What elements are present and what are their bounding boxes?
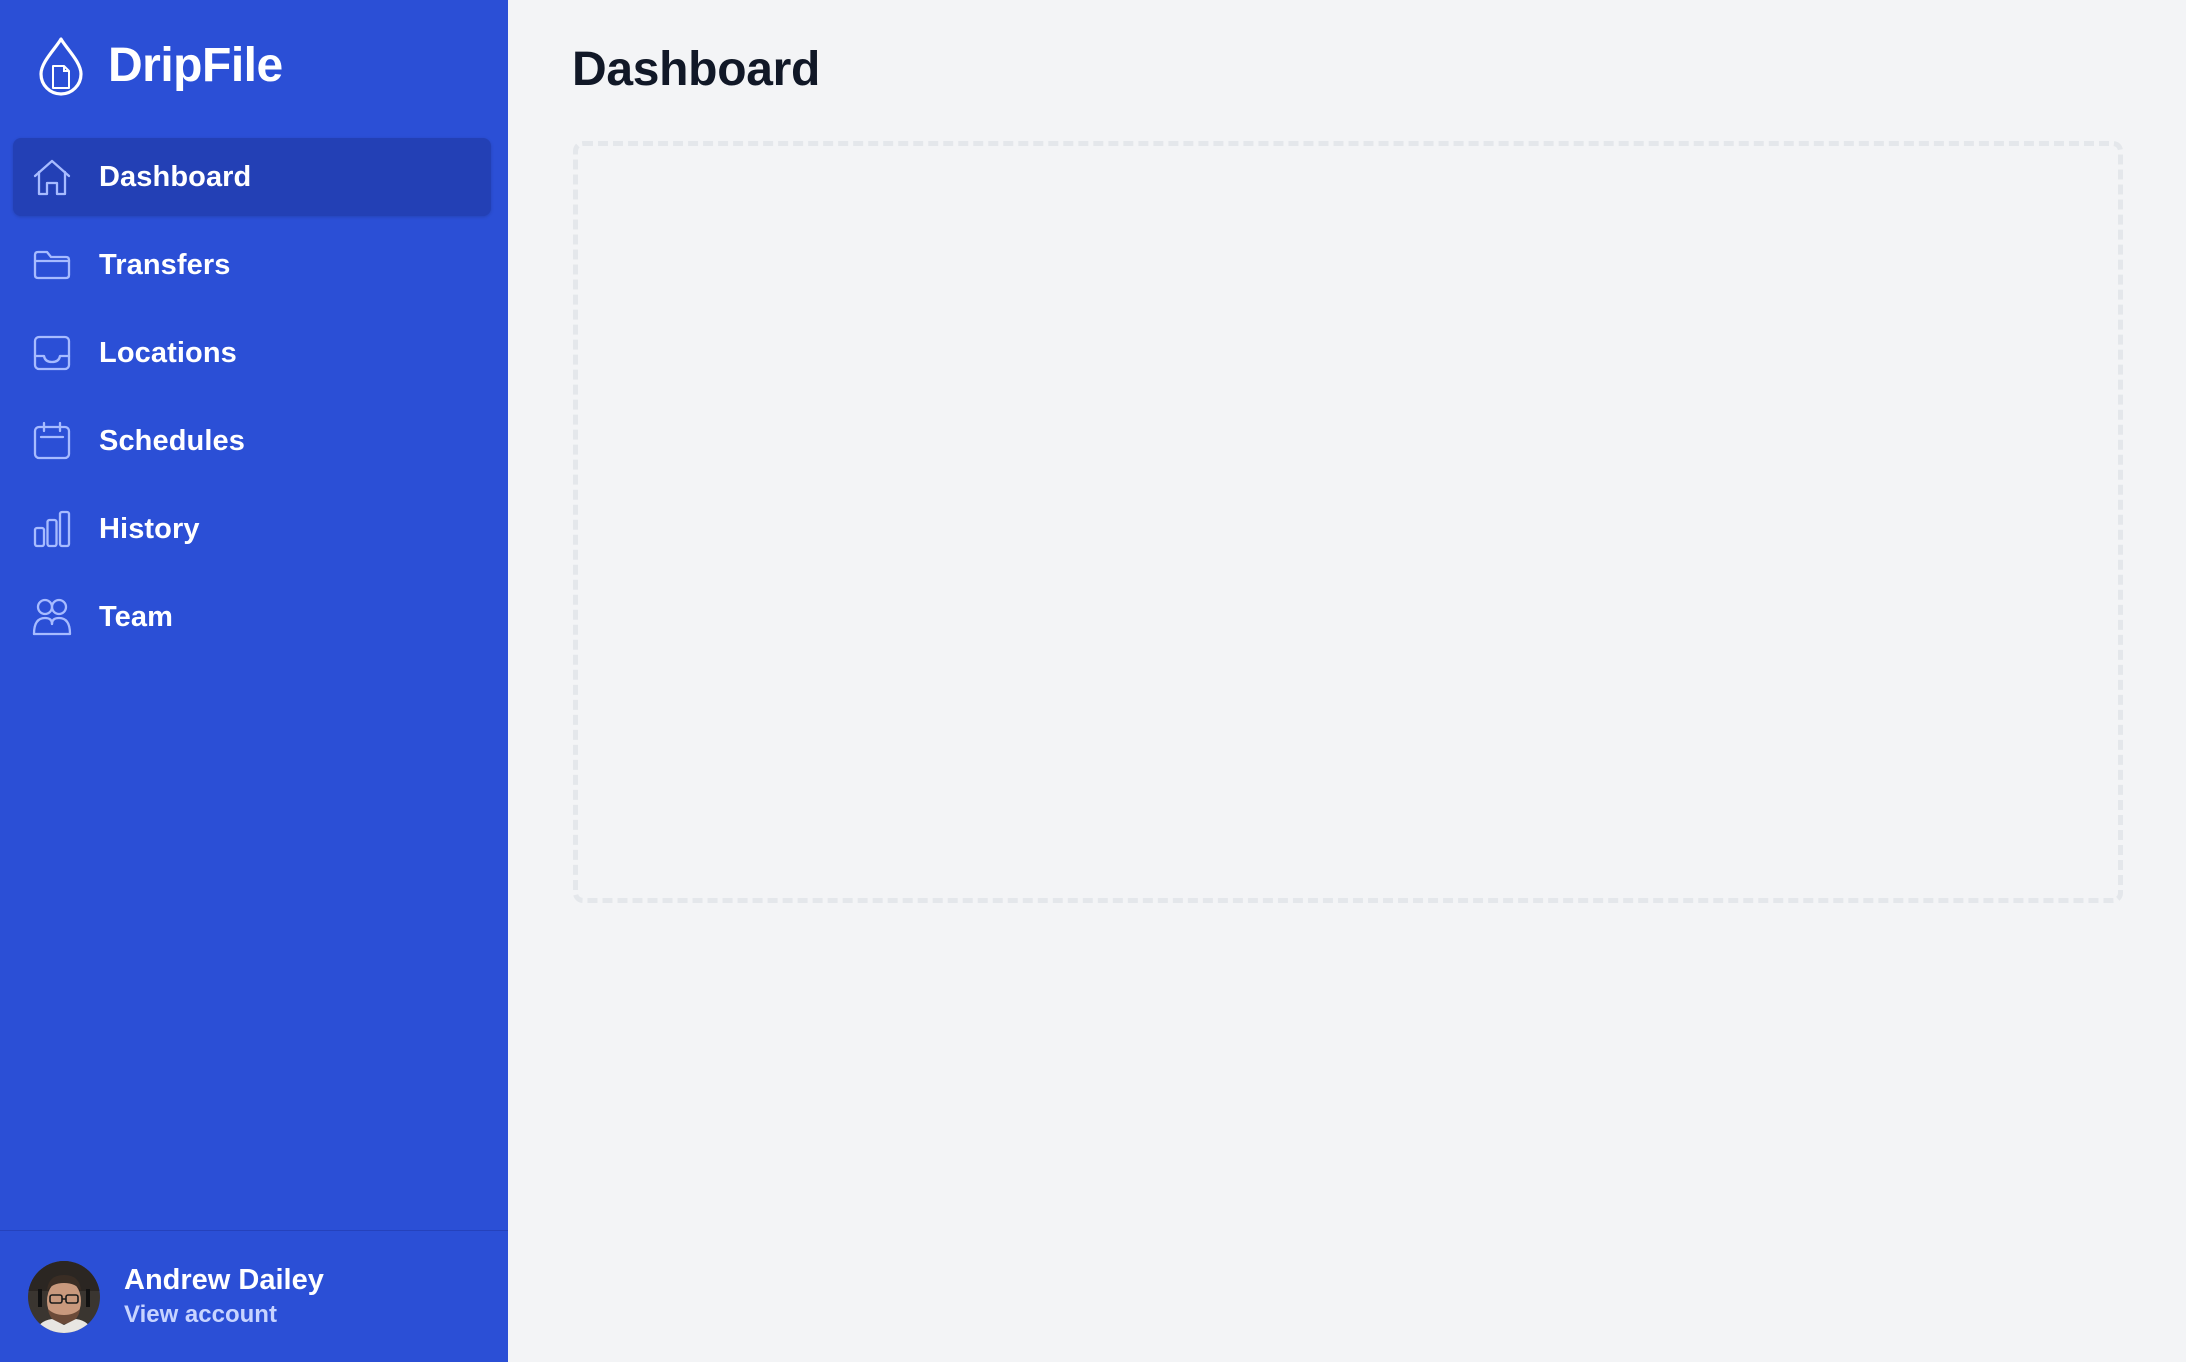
sidebar-item-label: Transfers	[99, 248, 231, 281]
account-text: Andrew Dailey View account	[124, 1264, 324, 1329]
page-title: Dashboard	[572, 43, 821, 96]
brand-name: DripFile	[108, 39, 283, 92]
sidebar-item-team[interactable]: Team	[13, 578, 491, 656]
app-shell: DripFile Dashboard Transfers Locations S…	[0, 0, 2186, 1362]
calendar-icon	[31, 420, 73, 462]
sidebar-item-history[interactable]: History	[13, 490, 491, 568]
sidebar-item-label: Team	[99, 600, 174, 633]
account-name: Andrew Dailey	[124, 1263, 324, 1296]
users-icon	[31, 596, 73, 638]
sidebar-item-dashboard[interactable]: Dashboard	[13, 138, 491, 216]
drop-file-icon	[36, 36, 86, 96]
avatar	[28, 1260, 100, 1333]
sidebar-nav: Dashboard Transfers Locations Schedules …	[13, 138, 491, 666]
folder-icon	[31, 244, 73, 286]
sidebar-item-transfers[interactable]: Transfers	[13, 226, 491, 304]
main-content: Dashboard	[508, 0, 2186, 1362]
view-account-link[interactable]: View account	[124, 1301, 324, 1329]
sidebar-item-label: Locations	[99, 336, 237, 369]
sidebar-item-label: Schedules	[99, 424, 245, 457]
home-icon	[31, 156, 73, 198]
inbox-icon	[31, 332, 73, 374]
sidebar: DripFile Dashboard Transfers Locations S…	[0, 0, 508, 1362]
brand[interactable]: DripFile	[36, 36, 283, 96]
sidebar-item-locations[interactable]: Locations	[13, 314, 491, 392]
sidebar-item-schedules[interactable]: Schedules	[13, 402, 491, 480]
content-placeholder	[573, 141, 2123, 903]
sidebar-item-label: Dashboard	[99, 160, 252, 193]
bar-chart-icon	[31, 508, 73, 550]
account-footer[interactable]: Andrew Dailey View account	[0, 1230, 508, 1362]
sidebar-item-label: History	[99, 512, 200, 545]
